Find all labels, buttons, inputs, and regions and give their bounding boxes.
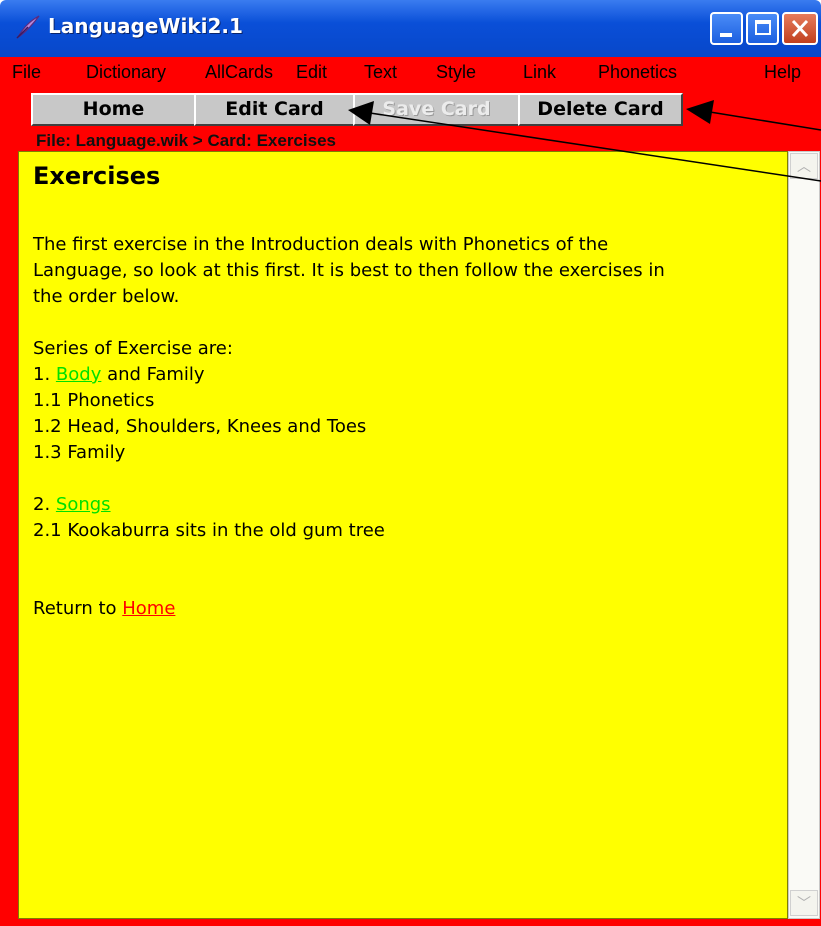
menu-help[interactable]: Help	[764, 62, 801, 83]
scroll-down-button[interactable]: ﹀	[790, 890, 818, 916]
list-item-1-prefix: 1.	[33, 364, 56, 385]
list-item-1-1: 1.1 Phonetics	[33, 390, 155, 411]
series-heading: Series of Exercise are:	[33, 338, 233, 359]
list-item-2-prefix: 2.	[33, 494, 56, 515]
edit-card-button[interactable]: Edit Card	[194, 93, 355, 126]
menu-link[interactable]: Link	[523, 62, 556, 83]
return-line: Return to Home	[33, 596, 175, 622]
menu-bar: File Dictionary AllCards Edit Text Style…	[0, 57, 821, 91]
intro-line-3: the order below.	[33, 286, 180, 307]
save-card-button: Save Card	[353, 93, 520, 126]
minimize-button[interactable]	[710, 12, 743, 45]
return-prefix: Return to	[33, 598, 123, 619]
breadcrumb: File: Language.wik > Card: Exercises	[36, 131, 336, 150]
vertical-scrollbar[interactable]: ︿ ﹀	[788, 151, 820, 919]
title-bar[interactable]: LanguageWiki2.1	[0, 0, 821, 57]
window-title: LanguageWiki2.1	[48, 14, 243, 38]
list-item-1: 1. Body and Family	[33, 362, 205, 388]
close-icon	[791, 19, 809, 38]
list-item-2-1: 2.1 Kookaburra sits in the old gum tree	[33, 520, 385, 541]
intro-line-2: Language, so look at this first. It is b…	[33, 260, 665, 281]
menu-allcards[interactable]: AllCards	[205, 62, 273, 83]
menu-phonetics[interactable]: Phonetics	[598, 62, 677, 83]
list-item-2: 2. Songs	[33, 492, 111, 518]
menu-dictionary[interactable]: Dictionary	[86, 62, 166, 83]
minimize-icon	[720, 33, 732, 37]
list-item-1-suffix: and Family	[101, 364, 205, 385]
maximize-button[interactable]	[746, 12, 779, 45]
menu-style[interactable]: Style	[436, 62, 476, 83]
menu-edit[interactable]: Edit	[296, 62, 327, 83]
chevron-up-icon: ︿	[797, 158, 811, 174]
menu-text[interactable]: Text	[364, 62, 397, 83]
menu-file[interactable]: File	[12, 62, 41, 83]
chevron-down-icon: ﹀	[797, 895, 811, 911]
scroll-up-button[interactable]: ︿	[790, 153, 818, 179]
card-content[interactable]: Exercises The first exercise in the Intr…	[18, 151, 788, 919]
breadcrumb-bar: File: Language.wik > Card: Exercises	[0, 131, 821, 151]
maximize-icon	[755, 20, 771, 35]
toolbar: Home Edit Card Save Card Delete Card	[0, 91, 821, 131]
card-title: Exercises	[33, 162, 161, 190]
songs-link[interactable]: Songs	[56, 494, 111, 515]
list-item-1-2: 1.2 Head, Shoulders, Knees and Toes	[33, 416, 367, 437]
list-item-1-3: 1.3 Family	[33, 442, 126, 463]
delete-card-button[interactable]: Delete Card	[518, 93, 683, 126]
intro-line-1: The first exercise in the Introduction d…	[33, 234, 609, 255]
app-window: LanguageWiki2.1 File Dictionary AllCards…	[0, 0, 821, 926]
home-button[interactable]: Home	[31, 93, 196, 126]
close-button[interactable]	[782, 12, 818, 45]
body-link[interactable]: Body	[56, 364, 101, 385]
app-feather-icon	[16, 15, 40, 39]
home-link[interactable]: Home	[122, 598, 175, 619]
